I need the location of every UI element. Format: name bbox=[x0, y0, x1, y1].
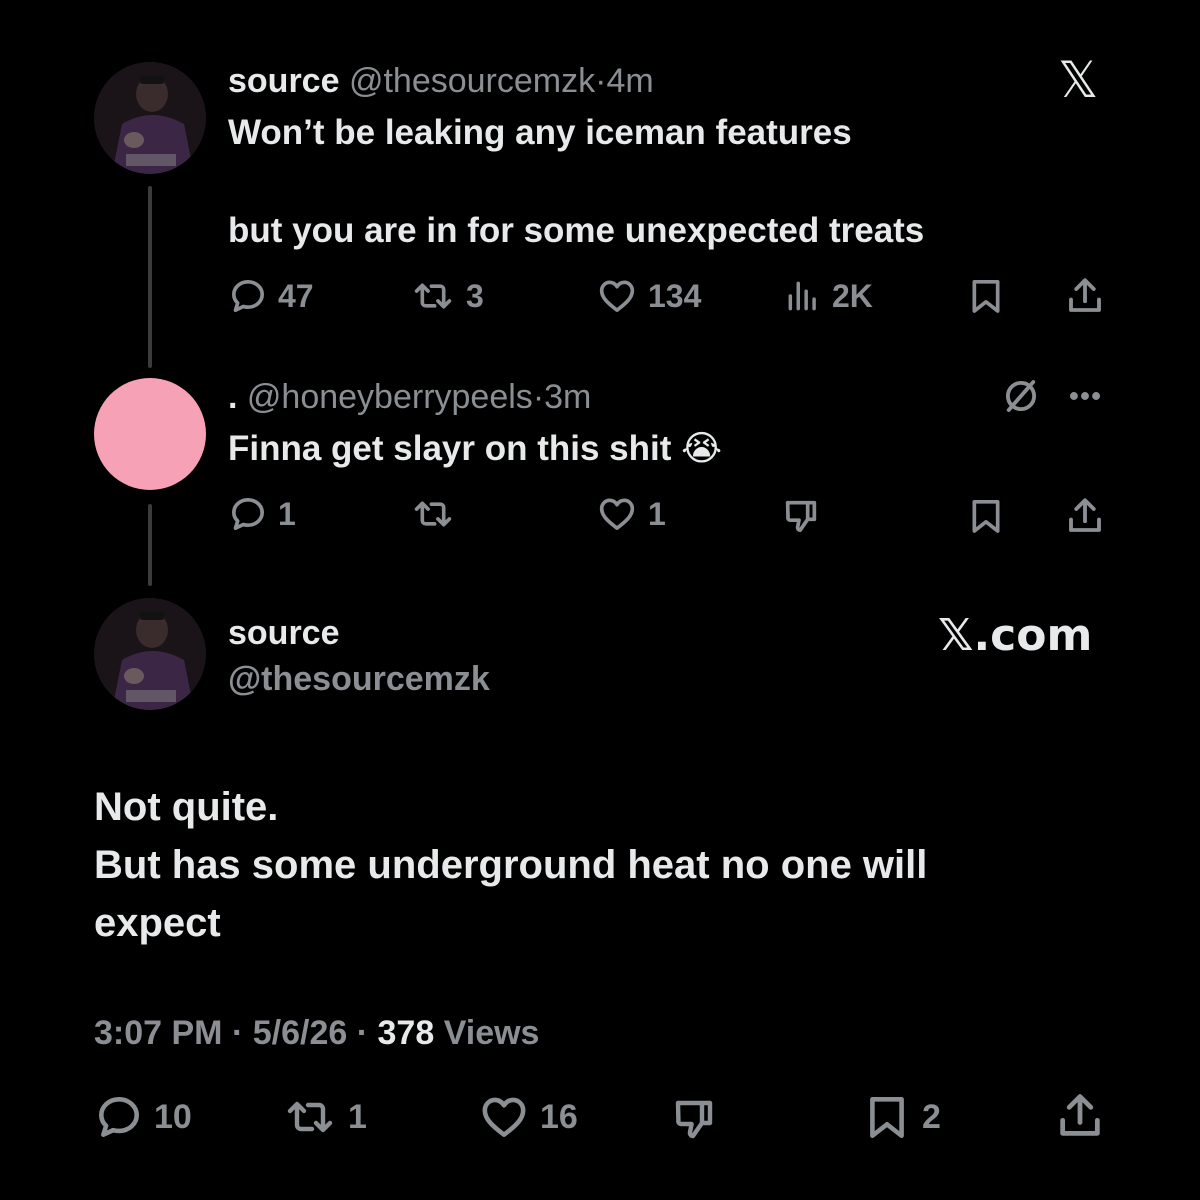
crying-emoji-icon: 😭 bbox=[681, 429, 723, 469]
share-icon bbox=[1069, 498, 1101, 532]
avatar-source-1[interactable] bbox=[94, 62, 206, 174]
tweet1-repost-button[interactable]: 3 bbox=[410, 274, 484, 318]
heart-icon bbox=[599, 498, 635, 530]
reply-like-count: 1 bbox=[648, 495, 666, 532]
main-reply-button[interactable]: 10 bbox=[94, 1092, 192, 1142]
main-like-button[interactable]: 16 bbox=[478, 1092, 578, 1142]
main-dislike-button[interactable] bbox=[668, 1094, 720, 1144]
reply-icon bbox=[232, 280, 264, 312]
avatar-photo-icon bbox=[94, 598, 206, 710]
grok-slash-button[interactable] bbox=[1000, 374, 1042, 418]
main-text-line1: Not quite. bbox=[94, 785, 279, 829]
main-time[interactable]: 3:07 PM bbox=[94, 1014, 223, 1052]
main-sep1: · bbox=[231, 1014, 244, 1052]
tweet1-text-line1: Won’t be leaking any iceman features bbox=[228, 113, 852, 152]
reply-handle[interactable]: @honeyberrypeels bbox=[247, 378, 533, 416]
main-reply-count: 10 bbox=[154, 1097, 192, 1136]
main-repost-count: 1 bbox=[348, 1097, 367, 1136]
share-icon bbox=[1060, 1094, 1100, 1136]
avatar-honeyberry[interactable] bbox=[94, 378, 206, 490]
tweet1-display-name[interactable]: source bbox=[228, 62, 340, 100]
main-repost-button[interactable]: 1 bbox=[282, 1092, 367, 1142]
reply-text-content: Finna get slayr on this shit bbox=[228, 429, 672, 468]
reply-text: Finna get slayr on this shit 😭 bbox=[228, 428, 722, 470]
reply-bookmark-button[interactable] bbox=[966, 494, 1006, 538]
tweet1-bookmark-button[interactable] bbox=[966, 274, 1006, 318]
thread-line-2 bbox=[148, 504, 152, 586]
tweet1-separator: · bbox=[595, 62, 607, 100]
tweet1-header: source @thesourcemzk·4m bbox=[228, 60, 654, 102]
main-like-count: 16 bbox=[540, 1097, 578, 1136]
tweet1-repost-count: 3 bbox=[466, 277, 484, 314]
bookmark-icon bbox=[972, 500, 1000, 533]
circle-slash-icon bbox=[1005, 380, 1037, 412]
bookmark-icon bbox=[972, 280, 1000, 313]
tweet1-views-button[interactable]: 2K bbox=[784, 274, 873, 318]
tweet1-reply-button[interactable]: 47 bbox=[228, 274, 314, 318]
main-bookmark-button[interactable]: 2 bbox=[862, 1092, 941, 1142]
avatar-source-2[interactable] bbox=[94, 598, 206, 710]
reply-time[interactable]: 3m bbox=[544, 378, 591, 416]
analytics-icon bbox=[788, 281, 816, 311]
reply-reply-button[interactable]: 1 bbox=[228, 492, 296, 536]
tweet1-time[interactable]: 4m bbox=[606, 62, 653, 100]
bookmark-icon bbox=[870, 1097, 904, 1139]
tweet1-share-button[interactable] bbox=[1064, 274, 1106, 318]
reply-repost-button[interactable] bbox=[410, 492, 456, 536]
share-icon bbox=[1069, 278, 1101, 312]
reply-like-button[interactable]: 1 bbox=[596, 492, 666, 536]
more-icon bbox=[1069, 392, 1101, 400]
brand-xcom: 𝕏.com bbox=[938, 610, 1093, 661]
tweet1-like-button[interactable]: 134 bbox=[596, 274, 701, 318]
reply-dislike-button[interactable] bbox=[780, 494, 822, 538]
repost-icon bbox=[287, 1101, 333, 1133]
heart-icon bbox=[599, 280, 635, 312]
main-bookmark-count: 2 bbox=[922, 1097, 941, 1136]
main-share-button[interactable] bbox=[1054, 1090, 1106, 1142]
reply-icon bbox=[232, 498, 264, 530]
reply-reply-count: 1 bbox=[278, 495, 296, 532]
heart-icon bbox=[482, 1097, 526, 1137]
tweet1-views-count: 2K bbox=[832, 277, 873, 314]
tweet1-text-line2: but you are in for some unexpected treat… bbox=[228, 211, 925, 250]
main-sep2: · bbox=[356, 1014, 369, 1052]
reply-display-name[interactable]: . bbox=[228, 378, 237, 416]
x-logo-icon[interactable]: 𝕏 bbox=[1058, 52, 1098, 108]
thread-line-1 bbox=[148, 186, 152, 368]
main-date[interactable]: 5/6/26 bbox=[253, 1014, 348, 1052]
reply-icon bbox=[99, 1097, 139, 1137]
thumbs-down-icon bbox=[785, 500, 817, 532]
reply-separator: · bbox=[532, 378, 545, 416]
thumbs-down-icon bbox=[675, 1100, 713, 1139]
reply-more-button[interactable] bbox=[1066, 376, 1104, 416]
avatar-photo-icon bbox=[94, 62, 206, 174]
main-display-name[interactable]: source bbox=[228, 612, 340, 654]
main-handle[interactable]: @thesourcemzk bbox=[228, 658, 490, 700]
main-text-line3: expect bbox=[94, 901, 221, 945]
repost-icon bbox=[414, 501, 452, 527]
main-meta: 3:07 PM · 5/6/26 · 378 Views bbox=[94, 1012, 539, 1054]
tweet1-like-count: 134 bbox=[648, 277, 702, 314]
reply-header: . @honeyberrypeels·3m bbox=[228, 376, 591, 418]
tweet1-handle[interactable]: @thesourcemzk bbox=[349, 62, 595, 100]
repost-icon bbox=[414, 283, 452, 309]
reply-share-button[interactable] bbox=[1064, 494, 1106, 538]
main-text-line2: But has some underground heat no one wil… bbox=[94, 843, 928, 887]
main-views-label: Views bbox=[443, 1014, 540, 1052]
main-views-count: 378 bbox=[377, 1014, 435, 1052]
tweet1-reply-count: 47 bbox=[278, 277, 314, 314]
